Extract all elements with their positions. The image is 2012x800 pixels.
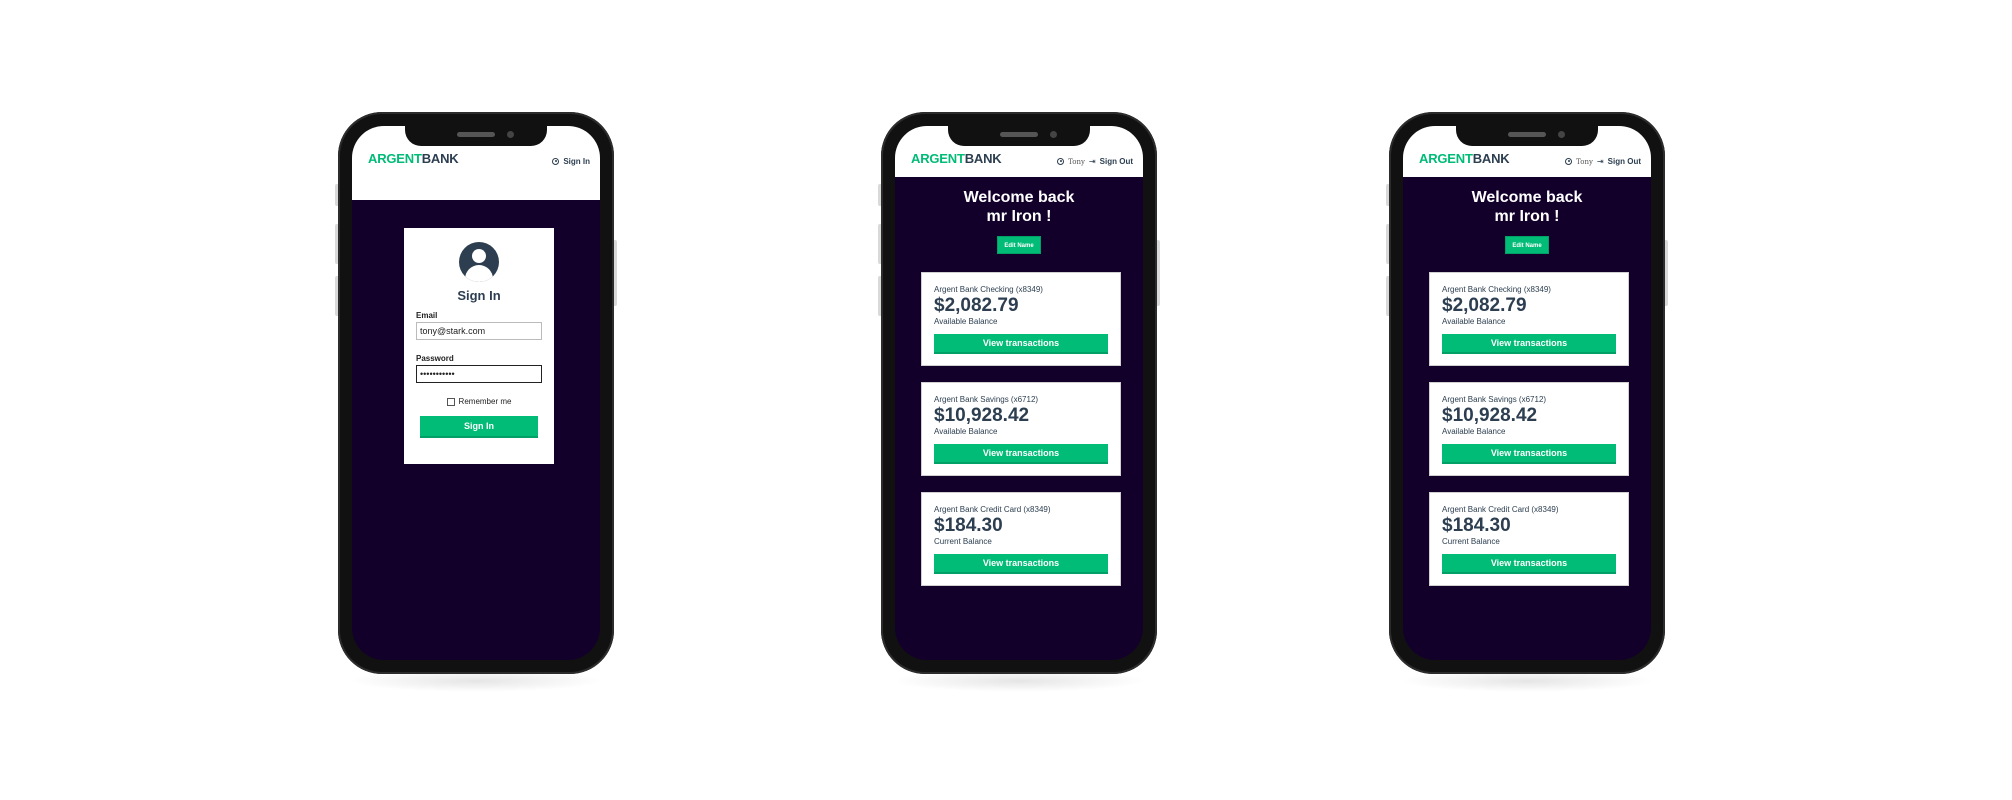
phone-screen: ARGENTBANK Tony ⇥ Sign Out Welcome back …	[1403, 126, 1651, 660]
nav-user-link[interactable]: Tony	[1068, 158, 1085, 166]
phone-notch	[948, 126, 1090, 146]
signin-title: Sign In	[457, 288, 501, 303]
account-amount-description: Available Balance	[1442, 427, 1506, 436]
nav-links: Tony ⇥ Sign Out	[1565, 157, 1641, 166]
account-title: Argent Bank Checking (x8349)	[934, 285, 1043, 294]
account-amount-description: Available Balance	[1442, 317, 1506, 326]
account-title: Argent Bank Savings (x6712)	[1442, 395, 1547, 404]
nav-signin-link[interactable]: Sign In	[552, 157, 590, 166]
argentbank-logo[interactable]: ARGENTBANK	[911, 151, 1002, 166]
account-card: Argent Bank Savings (x6712) $10,928.42 A…	[1429, 382, 1629, 476]
account-amount-description: Available Balance	[934, 317, 998, 326]
phone-body: ARGENTBANK Tony ⇥ Sign Out Welcome back …	[1389, 112, 1665, 674]
phone-mockup-signin: ARGENTBANK Sign In Sign In Email tony@st…	[335, 112, 617, 692]
view-transactions-button[interactable]: View transactions	[1442, 444, 1616, 464]
account-card: Argent Bank Checking (x8349) $2,082.79 A…	[1429, 272, 1629, 366]
account-amount: $184.30	[1442, 515, 1511, 536]
signin-card: Sign In Email tony@stark.com Password ••…	[404, 228, 554, 464]
password-field-group: Password •••••••••••	[416, 354, 542, 383]
welcome-heading: Welcome back mr Iron !	[963, 189, 1075, 225]
phone-screen: ARGENTBANK Tony ⇥ Sign Out Welcome back …	[895, 126, 1143, 660]
signin-button[interactable]: Sign In	[420, 416, 538, 438]
view-transactions-button[interactable]: View transactions	[934, 444, 1108, 464]
view-transactions-button[interactable]: View transactions	[934, 334, 1108, 354]
user-circle-icon	[1057, 158, 1065, 165]
account-title: Argent Bank Savings (x6712)	[934, 395, 1039, 404]
argentbank-logo[interactable]: ARGENTBANK	[1419, 151, 1510, 166]
nav-user-link[interactable]: Tony	[1576, 158, 1593, 166]
account-amount: $184.30	[934, 515, 1003, 536]
account-card: Argent Bank Credit Card (x8349) $184.30 …	[921, 492, 1121, 586]
account-amount: $2,082.79	[934, 295, 1019, 316]
speaker-icon	[457, 132, 495, 137]
account-title: Argent Bank Credit Card (x8349)	[1442, 505, 1559, 514]
edit-name-button[interactable]: Edit Name	[1505, 236, 1549, 254]
remember-me-row[interactable]: Remember me	[416, 397, 542, 406]
password-input[interactable]: •••••••••••	[416, 365, 542, 383]
nav-signout-link[interactable]: Sign Out	[1608, 157, 1641, 166]
remember-me-checkbox[interactable]	[446, 397, 455, 406]
camera-icon	[507, 131, 514, 138]
phone-notch	[1456, 126, 1598, 146]
view-transactions-button[interactable]: View transactions	[934, 554, 1108, 574]
account-amount-description: Available Balance	[934, 427, 998, 436]
edit-name-button[interactable]: Edit Name	[997, 236, 1041, 254]
phone-mockup-accounts-alt: ARGENTBANK Tony ⇥ Sign Out Welcome back …	[1386, 112, 1668, 692]
camera-icon	[1558, 131, 1565, 138]
phone-mockup-accounts: ARGENTBANK Tony ⇥ Sign Out Welcome back …	[878, 112, 1160, 692]
remember-me-label: Remember me	[458, 397, 512, 406]
phone-body: ARGENTBANK Tony ⇥ Sign Out Welcome back …	[881, 112, 1157, 674]
account-amount-description: Current Balance	[1442, 537, 1500, 546]
email-label: Email	[416, 311, 438, 320]
phone-screen: ARGENTBANK Sign In Sign In Email tony@st…	[352, 126, 600, 660]
nav-links: Tony ⇥ Sign Out	[1057, 157, 1133, 166]
password-label: Password	[416, 354, 454, 363]
sign-out-icon: ⇥	[1088, 157, 1096, 166]
argentbank-logo[interactable]: ARGENTBANK	[368, 151, 459, 166]
welcome-heading: Welcome back mr Iron !	[1471, 189, 1583, 225]
account-amount-description: Current Balance	[934, 537, 992, 546]
account-card: Argent Bank Savings (x6712) $10,928.42 A…	[921, 382, 1121, 476]
phone-notch	[405, 126, 547, 146]
email-input[interactable]: tony@stark.com	[416, 322, 542, 340]
phone-body: ARGENTBANK Sign In Sign In Email tony@st…	[338, 112, 614, 674]
account-title: Argent Bank Credit Card (x8349)	[934, 505, 1051, 514]
user-circle-icon	[459, 242, 499, 282]
account-card: Argent Bank Credit Card (x8349) $184.30 …	[1429, 492, 1629, 586]
account-card: Argent Bank Checking (x8349) $2,082.79 A…	[921, 272, 1121, 366]
account-amount: $10,928.42	[934, 405, 1030, 426]
email-field-group: Email tony@stark.com	[416, 311, 542, 340]
user-circle-icon	[552, 158, 560, 165]
nav-signout-link[interactable]: Sign Out	[1100, 157, 1133, 166]
nav-signin-label: Sign In	[563, 157, 590, 166]
user-circle-icon	[1565, 158, 1573, 165]
account-title: Argent Bank Checking (x8349)	[1442, 285, 1551, 294]
account-amount: $10,928.42	[1442, 405, 1538, 426]
view-transactions-button[interactable]: View transactions	[1442, 554, 1616, 574]
account-amount: $2,082.79	[1442, 295, 1527, 316]
speaker-icon	[1000, 132, 1038, 137]
camera-icon	[1050, 131, 1057, 138]
view-transactions-button[interactable]: View transactions	[1442, 334, 1616, 354]
speaker-icon	[1508, 132, 1546, 137]
sign-out-icon: ⇥	[1596, 157, 1604, 166]
